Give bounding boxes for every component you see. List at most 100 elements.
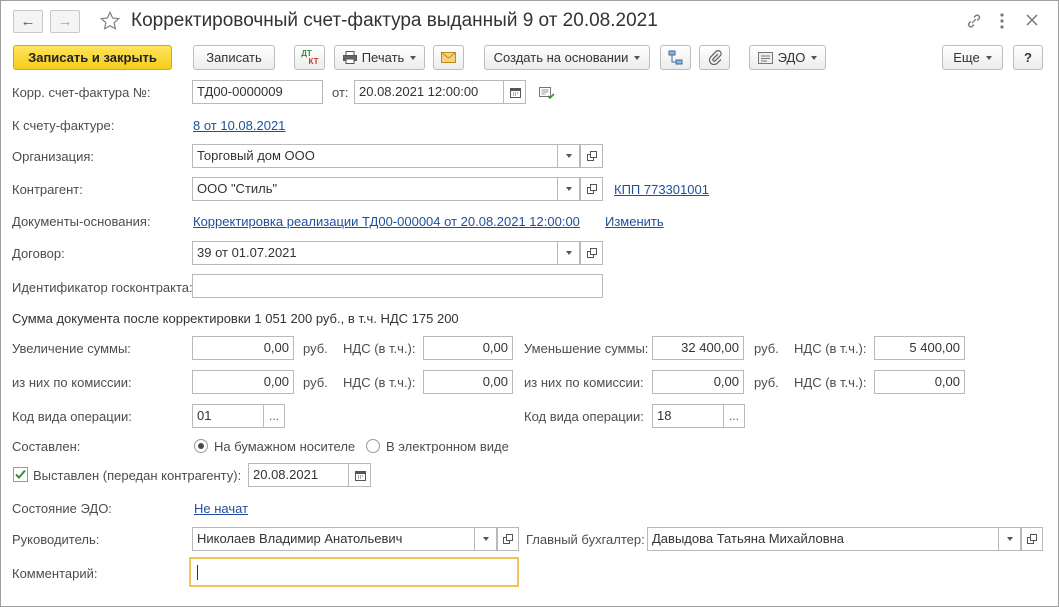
- corr-invoice-label: Корр. счет-фактура №:: [12, 85, 151, 100]
- base-docs-link[interactable]: Корректировка реализации ТД00-000004 от …: [193, 214, 580, 230]
- email-button[interactable]: [433, 45, 464, 70]
- corr-invoice-date-field[interactable]: 20.08.2021 12:00:00: [354, 80, 526, 104]
- issued-date-value: 20.08.2021: [253, 467, 319, 482]
- op-code-field-left[interactable]: 01: [192, 404, 264, 428]
- to-invoice-link[interactable]: 8 от 10.08.2021: [193, 118, 285, 134]
- inc-commission-field[interactable]: 0,00: [192, 370, 294, 394]
- base-docs-label: Документы-основания:: [12, 214, 151, 229]
- structure-button[interactable]: [660, 45, 691, 70]
- head-field[interactable]: Николаев Владимир Анатольевич: [192, 527, 498, 551]
- envelope-icon: [441, 52, 456, 63]
- op-code-label-left: Код вида операции:: [12, 409, 132, 424]
- link-icon[interactable]: [965, 12, 983, 30]
- contract-open-button[interactable]: [580, 241, 603, 265]
- dec-commission-field[interactable]: 0,00: [652, 370, 744, 394]
- electronic-option-label[interactable]: В электронном виде: [386, 439, 509, 455]
- inc-commission-vat-label: НДС (в т.ч.):: [343, 375, 416, 390]
- electronic-radio[interactable]: [366, 439, 380, 453]
- organization-field[interactable]: Торговый дом ООО: [192, 144, 579, 168]
- paper-radio[interactable]: [194, 439, 208, 453]
- close-icon[interactable]: [1025, 13, 1039, 27]
- organization-label: Организация:: [12, 149, 95, 164]
- decrease-rub-label: руб.: [754, 341, 779, 356]
- gov-id-label: Идентификатор госконтракта:: [12, 280, 193, 295]
- composed-label: Составлен:: [12, 439, 81, 454]
- contract-dropdown-button[interactable]: [557, 241, 580, 265]
- print-label: Печать: [361, 50, 405, 65]
- decrease-label: Уменьшение суммы:: [524, 341, 649, 356]
- help-button[interactable]: ?: [1013, 45, 1043, 70]
- organization-dropdown-button[interactable]: [557, 144, 580, 168]
- structure-icon: [668, 50, 683, 65]
- comment-field[interactable]: [189, 557, 519, 587]
- organization-open-button[interactable]: [580, 144, 603, 168]
- dtkt-button[interactable]: ДТ КТ: [294, 45, 325, 70]
- dec-commission-label: из них по комиссии:: [524, 375, 644, 390]
- issued-checkbox[interactable]: [13, 467, 28, 482]
- dec-commission-vat-field[interactable]: 0,00: [874, 370, 965, 394]
- attach-button[interactable]: [699, 45, 730, 70]
- chief-acc-open-button[interactable]: [1021, 527, 1043, 551]
- chief-acc-label: Главный бухгалтер:: [526, 532, 645, 547]
- op-code-label-right: Код вида операции:: [524, 409, 644, 424]
- more-button[interactable]: Еще: [942, 45, 1003, 70]
- calendar-icon[interactable]: [348, 464, 370, 486]
- printer-icon: [342, 51, 357, 64]
- open-icon: [586, 151, 597, 161]
- edo-button[interactable]: ЭДО: [749, 45, 826, 70]
- gov-id-field[interactable]: [192, 274, 603, 298]
- forward-button[interactable]: →: [50, 10, 80, 33]
- inc-commission-label: из них по комиссии:: [12, 375, 132, 390]
- star-icon[interactable]: [99, 10, 121, 32]
- increase-field[interactable]: 0,00: [192, 336, 294, 360]
- chevron-down-icon: [985, 55, 992, 60]
- back-button[interactable]: ←: [13, 10, 43, 33]
- comment-label: Комментарий:: [12, 566, 98, 581]
- op-code-field-right[interactable]: 18: [652, 404, 724, 428]
- contract-field[interactable]: 39 от 01.07.2021: [192, 241, 579, 265]
- dec-commission-vat-label: НДС (в т.ч.):: [794, 375, 867, 390]
- document-window: ← → Корректировочный счет-фактура выданн…: [0, 0, 1059, 607]
- head-open-button[interactable]: [497, 527, 519, 551]
- counterparty-dropdown-button[interactable]: [557, 177, 580, 201]
- head-dropdown-button[interactable]: [474, 527, 497, 551]
- increase-vat-label: НДС (в т.ч.):: [343, 341, 416, 356]
- edo-state-link[interactable]: Не начат: [194, 501, 248, 517]
- from-label: от:: [332, 85, 349, 100]
- open-icon: [586, 248, 597, 258]
- print-button[interactable]: Печать: [334, 45, 425, 70]
- corr-invoice-number-field[interactable]: ТД00-0000009: [192, 80, 323, 104]
- contract-label: Договор:: [12, 246, 65, 261]
- open-icon: [1027, 534, 1037, 544]
- document-check-icon[interactable]: [539, 87, 555, 100]
- window-title: Корректировочный счет-фактура выданный 9…: [131, 10, 658, 31]
- change-link[interactable]: Изменить: [605, 214, 664, 230]
- save-button[interactable]: Записать: [193, 45, 275, 70]
- corr-invoice-date-value: 20.08.2021 12:00:00: [359, 84, 479, 99]
- paper-option-label[interactable]: На бумажном носителе: [214, 439, 355, 455]
- save-close-button[interactable]: Записать и закрыть: [13, 45, 172, 70]
- decrease-vat-field[interactable]: 5 400,00: [874, 336, 965, 360]
- increase-vat-field[interactable]: 0,00: [423, 336, 513, 360]
- chief-acc-field[interactable]: Давыдова Татьяна Михайловна: [647, 527, 1023, 551]
- issued-label[interactable]: Выставлен (передан контрагенту):: [33, 468, 241, 484]
- chevron-down-icon: [565, 251, 572, 255]
- open-icon: [503, 534, 513, 544]
- issued-date-field[interactable]: 20.08.2021: [248, 463, 371, 487]
- increase-label: Увеличение суммы:: [12, 341, 131, 356]
- op-code-select-left-button[interactable]: ...: [263, 404, 285, 428]
- counterparty-field[interactable]: ООО "Стиль": [192, 177, 579, 201]
- op-code-select-right-button[interactable]: ...: [723, 404, 745, 428]
- create-based-button[interactable]: Создать на основании: [484, 45, 650, 70]
- counterparty-open-button[interactable]: [580, 177, 603, 201]
- chevron-down-icon: [565, 187, 572, 191]
- chevron-down-icon: [811, 55, 818, 60]
- kpp-link[interactable]: КПП 773301001: [614, 182, 709, 198]
- more-vertical-icon[interactable]: [997, 12, 1007, 30]
- decrease-field[interactable]: 32 400,00: [652, 336, 744, 360]
- calendar-icon[interactable]: [503, 81, 525, 103]
- chief-acc-dropdown-button[interactable]: [998, 527, 1021, 551]
- text-cursor: [197, 565, 198, 580]
- inc-commission-vat-field[interactable]: 0,00: [423, 370, 513, 394]
- chevron-down-icon: [634, 55, 641, 60]
